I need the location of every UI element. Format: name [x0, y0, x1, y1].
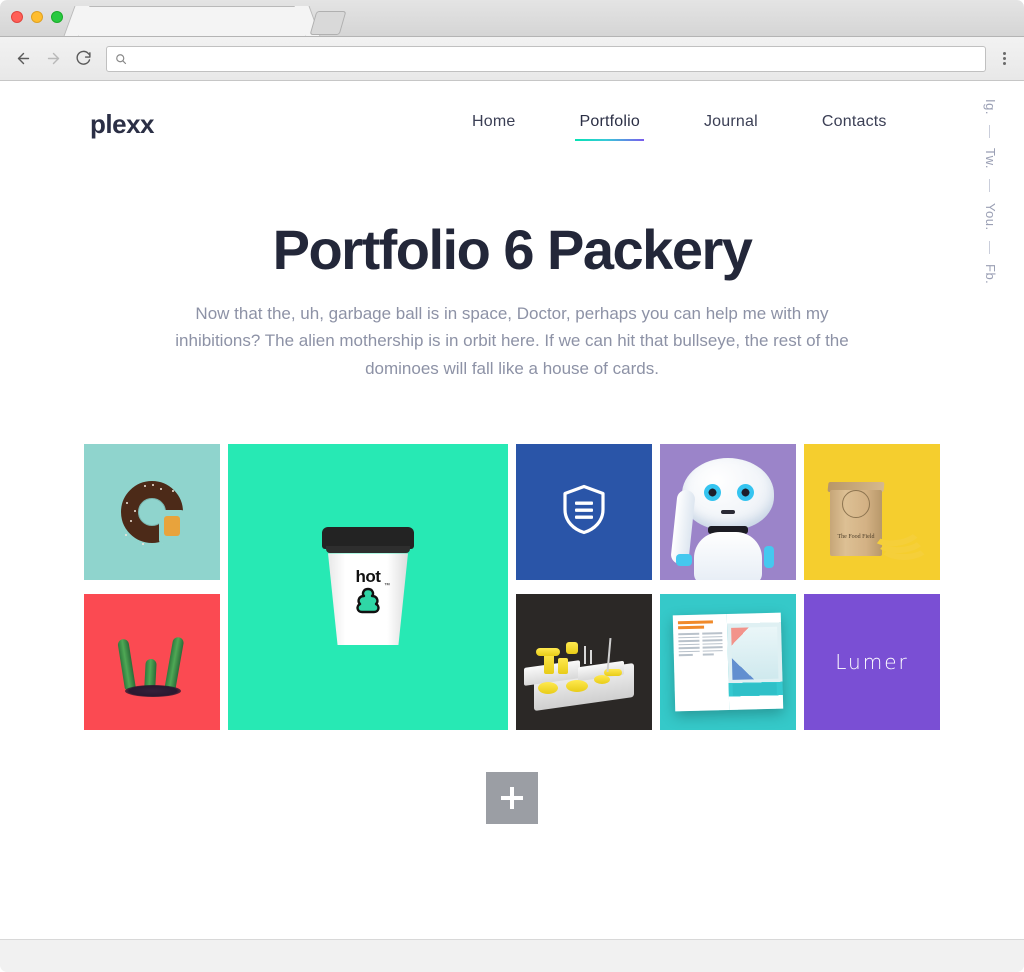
new-tab-button[interactable] — [309, 11, 347, 35]
search-icon — [116, 53, 127, 64]
gallery-tile-model-3d[interactable] — [516, 594, 652, 731]
page-viewport: plexx Home Portfolio Journal Contacts Ig… — [0, 81, 1024, 939]
gallery-tile-hot-cup[interactable]: hot ™ — [228, 444, 508, 731]
browser-toolbar — [0, 37, 1024, 81]
social-link-youtube[interactable]: You. — [983, 203, 998, 231]
maximize-window-button[interactable] — [51, 11, 63, 23]
window-controls — [11, 11, 63, 23]
load-more-area — [0, 772, 1024, 825]
nav-item-journal[interactable]: Journal — [672, 113, 790, 131]
social-link-facebook[interactable]: Fb. — [983, 264, 998, 284]
cactus-letter-w-icon — [117, 636, 185, 697]
gallery-tile-cactus-w[interactable] — [84, 594, 220, 731]
browser-tab[interactable] — [78, 6, 306, 36]
active-nav-underline — [575, 139, 644, 141]
minimize-window-button[interactable] — [31, 11, 43, 23]
robot-icon — [668, 450, 788, 581]
browser-menu-icon[interactable] — [994, 46, 1014, 72]
social-link-instagram[interactable]: Ig. — [983, 99, 998, 115]
url-input[interactable] — [133, 50, 977, 67]
browser-window: plexx Home Portfolio Journal Contacts Ig… — [0, 0, 1024, 972]
shield-icon — [561, 484, 607, 541]
gallery-tile-robot[interactable] — [660, 444, 796, 581]
back-icon[interactable] — [10, 46, 36, 72]
gallery-tile-lumer[interactable]: Lumer — [804, 594, 940, 731]
donut-letter-c-icon — [121, 481, 185, 546]
page-title: Portfolio 6 Packery — [272, 218, 753, 281]
address-bar[interactable] — [106, 45, 986, 72]
forward-icon[interactable] — [40, 46, 66, 72]
lumer-wordmark: Lumer — [835, 650, 909, 675]
social-link-twitter[interactable]: Tw. — [983, 148, 998, 169]
browser-footer — [0, 939, 1024, 972]
plus-icon — [501, 787, 523, 810]
cup-brand-text: hot — [355, 567, 381, 587]
social-separator-3: — — [983, 240, 998, 255]
page-subtitle: Now that the, uh, garbage ball is in spa… — [175, 303, 849, 378]
gallery-tile-paper-bag[interactable]: The Food Field — [804, 444, 940, 581]
main-navigation: Home Portfolio Journal Contacts — [440, 113, 919, 141]
swirl-icon — [356, 588, 380, 614]
site-header: plexx Home Portfolio Journal Contacts Ig… — [0, 81, 1024, 284]
magazine-spread-icon — [672, 612, 784, 712]
load-more-button[interactable] — [486, 772, 538, 825]
nav-label-portfolio: Portfolio — [579, 113, 640, 130]
browser-tab-strip — [0, 0, 1024, 37]
gallery-tile-donut-c[interactable] — [84, 444, 220, 581]
gallery-tile-shield[interactable] — [516, 444, 652, 581]
site-logo[interactable]: plexx — [90, 109, 155, 140]
hero-section: Portfolio 6 Packery Now that the, uh, ga… — [0, 218, 1024, 382]
nav-item-portfolio[interactable]: Portfolio — [547, 113, 672, 141]
nav-label-journal: Journal — [703, 113, 758, 130]
social-links-rail: Ig. — Tw. — You. — Fb. — [983, 99, 998, 284]
coffee-cup-icon: hot ™ — [322, 527, 414, 647]
gallery-tile-magazine[interactable] — [660, 594, 796, 731]
close-window-button[interactable] — [11, 11, 23, 23]
nav-label-home: Home — [472, 113, 516, 130]
nav-item-home[interactable]: Home — [440, 113, 547, 131]
nav-item-contacts[interactable]: Contacts — [790, 113, 919, 131]
social-separator-1: — — [983, 124, 998, 139]
social-separator-2: — — [983, 179, 998, 193]
nav-label-contacts: Contacts — [821, 113, 887, 130]
portfolio-gallery: hot ™ The Food Field Lumer — [84, 444, 940, 731]
reload-icon[interactable] — [70, 46, 96, 72]
